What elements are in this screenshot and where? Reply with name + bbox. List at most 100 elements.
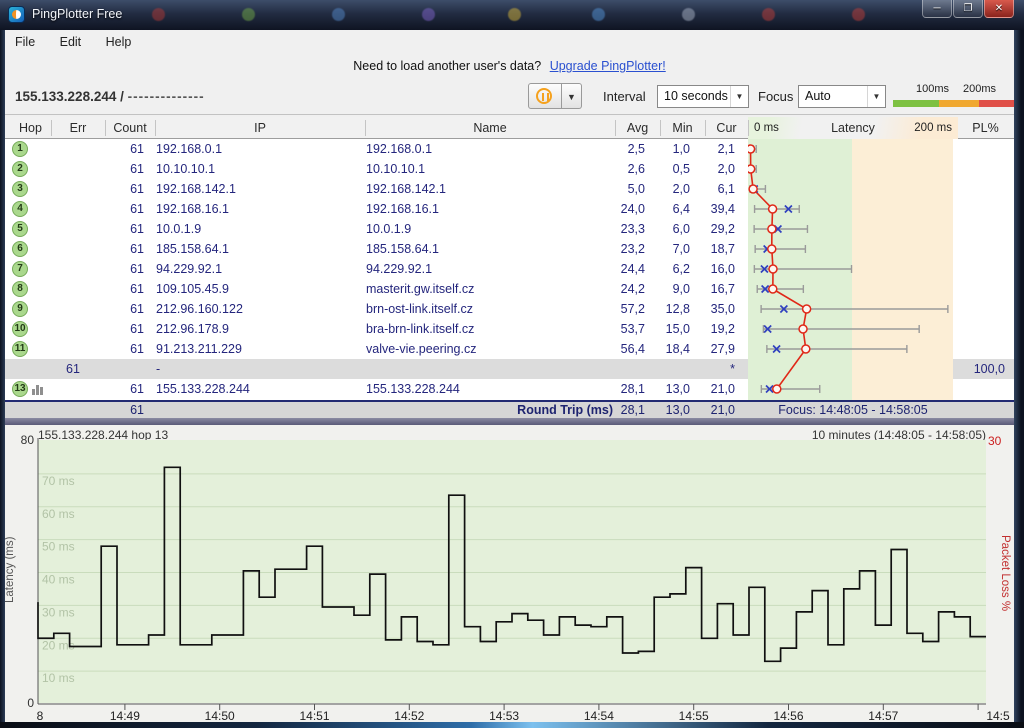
avg-value: 2,6	[598, 159, 645, 179]
legend-200ms-label: 200ms	[963, 83, 996, 95]
title-bar[interactable]: PingPlotter Free ─ ❐ ✕	[0, 0, 1024, 30]
ip-value: 192.168.16.1	[156, 199, 361, 219]
round-trip-avg: 28,1	[598, 402, 645, 418]
focus-select[interactable]: Auto ▼	[798, 85, 886, 108]
min-value: 6,2	[645, 259, 690, 279]
hop-number-badge: 5	[12, 221, 28, 237]
glass-reflection-icon	[762, 8, 775, 21]
ip-value: 192.168.0.1	[156, 139, 361, 159]
cur-value: 29,2	[690, 219, 735, 239]
pane-splitter[interactable]	[0, 418, 1024, 425]
interval-select[interactable]: 10 seconds ▼	[657, 85, 749, 108]
pause-options-button[interactable]: ▼	[562, 83, 582, 109]
name-value: 155.133.228.244	[366, 379, 610, 399]
col-latency[interactable]: 0 ms Latency 200 ms	[748, 117, 958, 139]
hop-number-badge: 1	[12, 141, 28, 157]
round-trip-row[interactable]: 61 Round Trip (ms) 28,1 13,0 21,0 Focus:…	[5, 400, 1014, 418]
notice-text: Need to load another user's data?	[353, 59, 541, 73]
window-title: PingPlotter Free	[32, 7, 122, 21]
target-address: 155.133.228.244 /	[15, 89, 124, 104]
min-value: 6,4	[645, 199, 690, 219]
col-min[interactable]: Min	[660, 117, 705, 139]
col-name[interactable]: Name	[365, 117, 615, 139]
graph-shown-indicator-icon	[32, 384, 46, 395]
focus-range-text: Focus: 14:48:05 - 14:58:05	[748, 402, 958, 418]
min-value: 2,0	[645, 179, 690, 199]
min-value: 9,0	[645, 279, 690, 299]
min-value: 1,0	[645, 139, 690, 159]
name-value: bra-brn-link.itself.cz	[366, 319, 610, 339]
glass-reflection-icon	[682, 8, 695, 21]
maximize-button[interactable]: ❐	[953, 0, 983, 18]
col-err[interactable]: Err	[51, 117, 105, 139]
menu-file[interactable]: File	[5, 30, 45, 54]
target-bar: 155.133.228.244 / -------------- ▼ Inter…	[5, 80, 1014, 115]
svg-text:14:56: 14:56	[773, 709, 803, 722]
col-ip[interactable]: IP	[155, 117, 365, 139]
ip-value: 212.96.178.9	[156, 319, 361, 339]
glass-reflection-icon	[242, 8, 255, 21]
name-value: 10.0.1.9	[366, 219, 610, 239]
menu-edit[interactable]: Edit	[50, 30, 92, 54]
chevron-down-icon: ▼	[730, 86, 748, 107]
svg-text:14:55: 14:55	[679, 709, 709, 722]
ip-value: 185.158.64.1	[156, 239, 361, 259]
hop-number-badge: 6	[12, 241, 28, 257]
minimize-button[interactable]: ─	[922, 0, 952, 18]
cur-value: 16,7	[690, 279, 735, 299]
hop-number-badge: 7	[12, 261, 28, 277]
window-border-left	[0, 30, 5, 722]
avg-value: 53,7	[598, 319, 645, 339]
packet-loss-axis-label: Packet Loss %	[996, 488, 1011, 658]
table-header: Hop Err Count IP Name Avg Min Cur 0 ms L…	[5, 117, 1014, 139]
pingplotter-window: PingPlotter Free ─ ❐ ✕ File Edit Help Ne…	[0, 0, 1024, 728]
col-count[interactable]: Count	[105, 117, 155, 139]
hop-number-badge: 3	[12, 181, 28, 197]
svg-text:14:53: 14:53	[489, 709, 519, 722]
col-hop[interactable]: Hop	[10, 117, 51, 139]
name-value: masterit.gw.itself.cz	[366, 279, 610, 299]
upgrade-link[interactable]: Upgrade PingPlotter!	[550, 59, 666, 73]
name-value: 94.229.92.1	[366, 259, 610, 279]
menu-help[interactable]: Help	[96, 30, 142, 54]
count-value: 61	[100, 139, 144, 159]
count-value: 61	[100, 299, 144, 319]
packet-loss-value: 100,0	[953, 359, 1005, 379]
round-trip-label: Round Trip (ms)	[420, 402, 613, 418]
avg-value: 23,3	[598, 219, 645, 239]
glass-reflection-icon	[152, 8, 165, 21]
avg-value: 24,2	[598, 279, 645, 299]
name-value: 10.10.10.1	[366, 159, 610, 179]
pause-button[interactable]	[528, 83, 562, 109]
col-avg[interactable]: Avg	[615, 117, 660, 139]
svg-text:8: 8	[37, 709, 44, 722]
err-count: 61	[46, 359, 100, 379]
cur-value: 35,0	[690, 299, 735, 319]
avg-value: 24,4	[598, 259, 645, 279]
min-value: 13,0	[645, 379, 690, 399]
svg-text:30 ms: 30 ms	[42, 605, 75, 619]
hop-number-badge: 11	[12, 341, 28, 357]
col-cur[interactable]: Cur	[705, 117, 748, 139]
min-value: 15,0	[645, 319, 690, 339]
cur-value: 27,9	[690, 339, 735, 359]
hop-number-badge: 9	[12, 301, 28, 317]
avg-value: 2,5	[598, 139, 645, 159]
close-button[interactable]: ✕	[984, 0, 1014, 18]
window-border-bottom	[0, 722, 1024, 728]
hop-number-badge: 10	[12, 321, 28, 337]
cur-value: 2,1	[690, 139, 735, 159]
count-value: 61	[100, 259, 144, 279]
svg-text:40 ms: 40 ms	[42, 573, 75, 587]
cur-value: 21,0	[690, 379, 735, 399]
count-value: 61	[100, 219, 144, 239]
col-pl[interactable]: PL%	[958, 117, 1013, 139]
svg-text:14:52: 14:52	[394, 709, 424, 722]
cur-value: 19,2	[690, 319, 735, 339]
avg-value: 5,0	[598, 179, 645, 199]
avg-value: 24,0	[598, 199, 645, 219]
timeline-chart: 10 ms20 ms30 ms40 ms50 ms60 ms70 ms814:4…	[0, 425, 1024, 722]
svg-text:14:57: 14:57	[868, 709, 898, 722]
count-value: 61	[100, 279, 144, 299]
hop-number-badge: 4	[12, 201, 28, 217]
